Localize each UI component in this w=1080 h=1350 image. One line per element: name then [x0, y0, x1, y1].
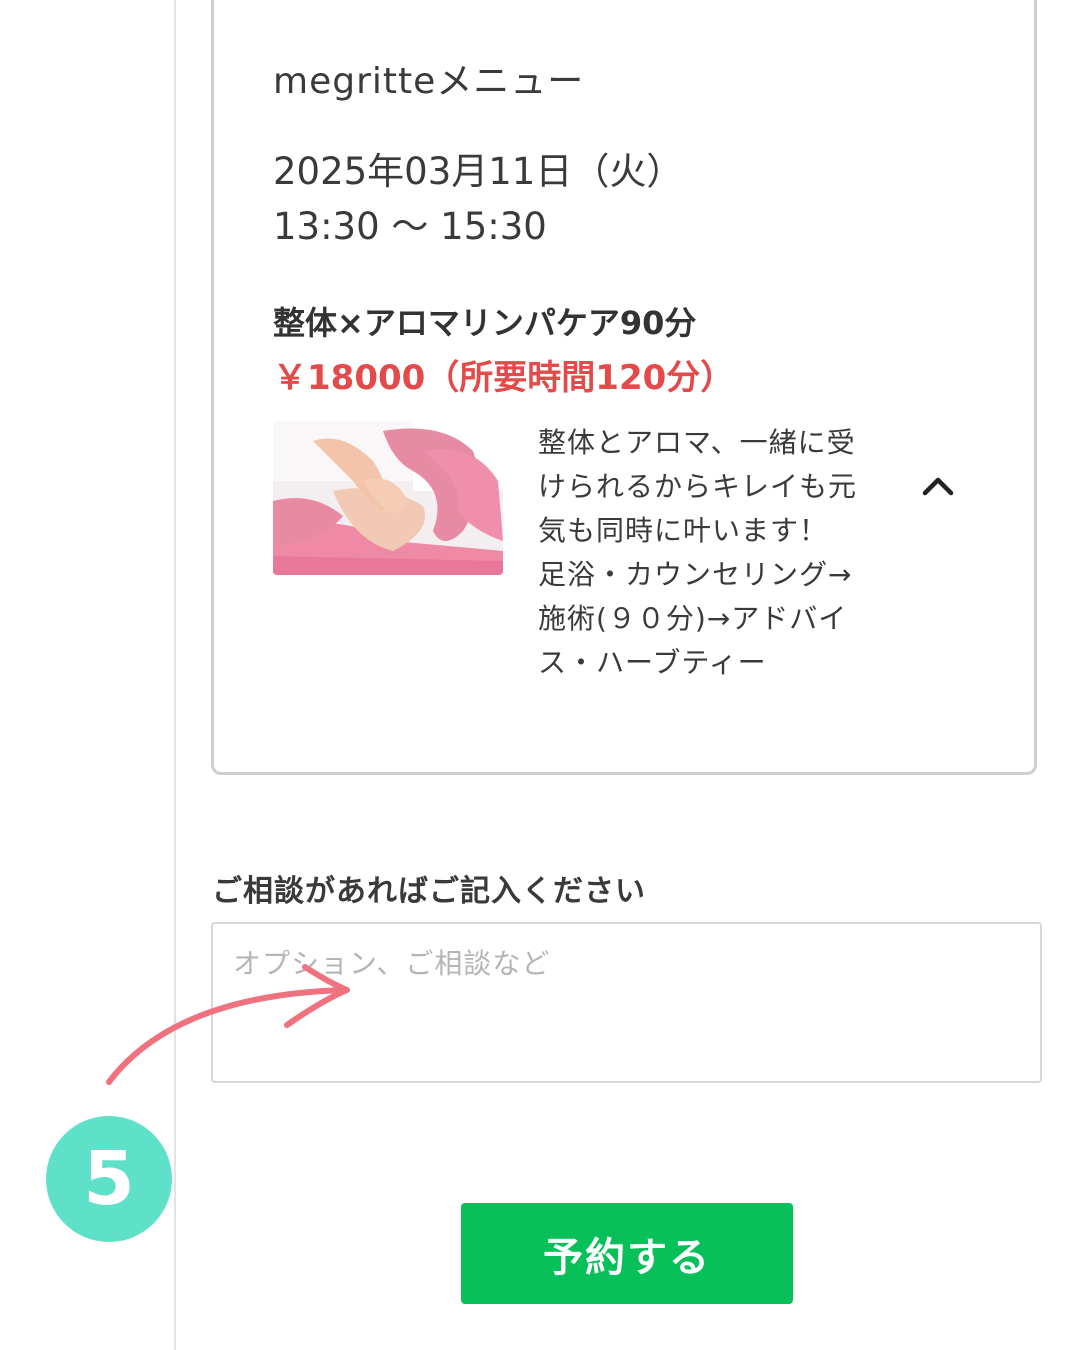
course-description-line: けられるからキレイも元 — [538, 470, 858, 503]
course-description-line: 施術(９０分)→アドバイ — [538, 602, 848, 635]
reservation-date: 2025年03月11日（火） — [273, 150, 684, 193]
course-description-line: ス・ハーブティー — [538, 646, 767, 679]
course-price: ￥18000（所要時間120分） — [273, 358, 735, 398]
collapse-description-button[interactable] — [916, 468, 960, 504]
course-description-line: 足浴・カウンセリング→ — [538, 558, 853, 591]
consult-label: ご相談があればご記入ください — [212, 874, 646, 909]
chevron-up-icon — [922, 477, 954, 496]
massage-photo — [273, 421, 503, 575]
left-divider-line — [174, 0, 176, 1350]
shop-menu-title: megritteメニュー — [273, 61, 585, 102]
course-description-line: 整体とアロマ、一緒に受 — [538, 426, 856, 459]
reserve-button[interactable]: 予約する — [461, 1203, 793, 1304]
course-description-line: 気も同時に叶います！ — [538, 514, 829, 547]
course-description: 整体とアロマ、一緒に受 けられるからキレイも元 気も同時に叶います！ 足浴・カウ… — [538, 421, 898, 685]
reservation-time: 13:30 〜 15:30 — [273, 205, 547, 248]
consult-textarea[interactable] — [211, 922, 1042, 1083]
course-name: 整体×アロマリンパケア90分 — [273, 304, 697, 342]
step-number-badge: 5 — [46, 1116, 172, 1242]
